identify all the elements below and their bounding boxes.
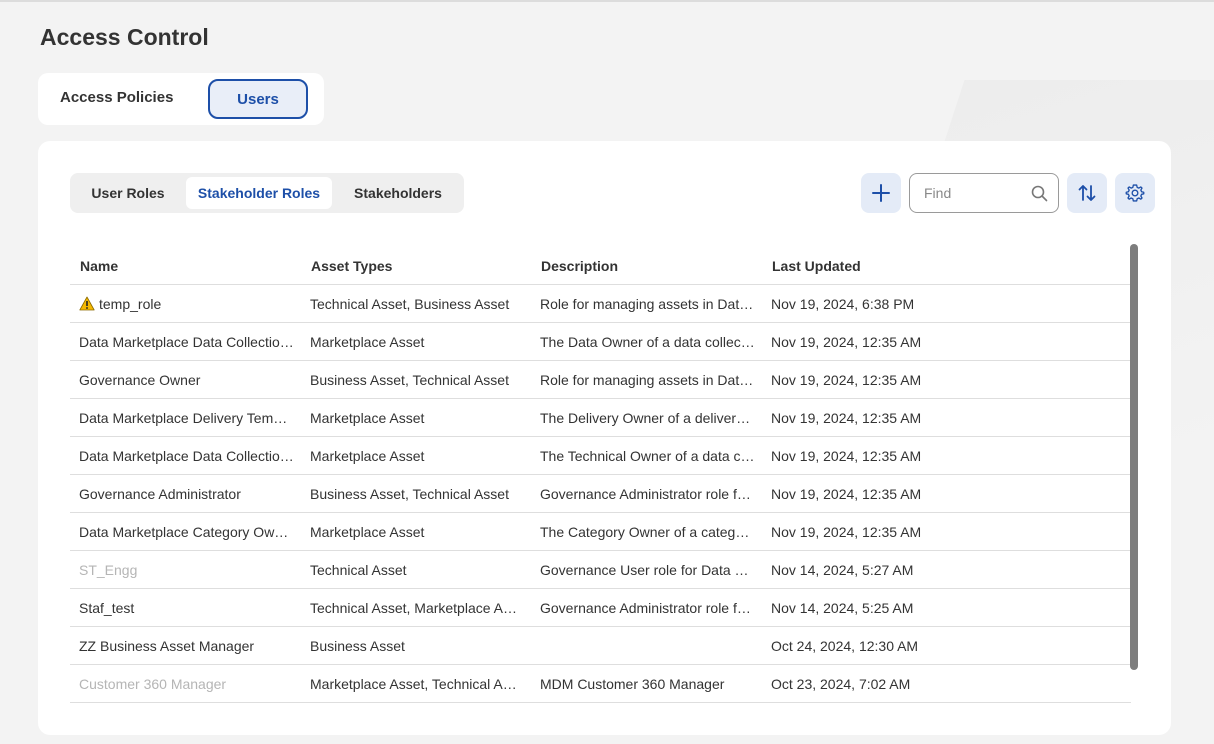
cell-name: Data Marketplace Delivery Tem… — [79, 410, 294, 426]
cell-last-updated: Nov 19, 2024, 12:35 AM — [771, 524, 922, 540]
role-name[interactable]: Staf_test — [79, 600, 134, 616]
cell-description: Role for managing assets in Dat… — [540, 372, 754, 388]
role-name[interactable]: Governance Administrator — [79, 486, 241, 502]
table-row[interactable]: Data Marketplace Data Collectio… Marketpl… — [70, 437, 1131, 475]
cell-name: Governance Owner — [79, 372, 294, 388]
cell-asset-types: Technical Asset — [310, 562, 407, 578]
cell-last-updated: Oct 24, 2024, 12:30 AM — [771, 638, 919, 654]
scrollbar[interactable] — [1130, 244, 1138, 670]
tab-access-policies[interactable]: Access Policies — [60, 79, 194, 119]
cell-asset-types: Marketplace Asset, Technical A… — [310, 676, 517, 692]
cell-description: MDM Customer 360 Manager — [540, 676, 725, 692]
role-name[interactable]: Customer 360 Manager — [79, 676, 226, 692]
cell-name: Data Marketplace Data Collectio… — [79, 334, 294, 350]
cell-asset-types: Marketplace Asset — [310, 448, 425, 464]
cell-description: The Technical Owner of a data c… — [540, 448, 755, 464]
sort-icon — [1078, 185, 1096, 201]
cell-asset-types: Business Asset, Technical Asset — [310, 486, 509, 502]
cell-last-updated: Nov 14, 2024, 5:25 AM — [771, 600, 914, 616]
role-name[interactable]: Data Marketplace Delivery Tem… — [79, 410, 287, 426]
cell-description: Governance User role for Data G… — [540, 562, 755, 578]
cell-asset-types: Marketplace Asset — [310, 524, 425, 540]
warning-icon — [79, 296, 95, 311]
table-row[interactable]: Customer 360 Manager Marketplace Asset, T… — [70, 665, 1131, 703]
roles-table: Name Asset Types Description Last Update… — [70, 245, 1131, 703]
role-name[interactable]: temp_role — [99, 296, 161, 312]
column-header-description[interactable]: Description — [541, 258, 618, 274]
role-name[interactable]: ST_Engg — [79, 562, 137, 578]
page-title: Access Control — [40, 24, 209, 50]
table-header: Name Asset Types Description Last Update… — [70, 245, 1131, 285]
cell-asset-types: Technical Asset, Business Asset — [310, 296, 510, 312]
cell-name: Customer 360 Manager — [79, 676, 294, 692]
table-row[interactable]: ZZ Business Asset Manager Business Asset O… — [70, 627, 1131, 665]
cell-last-updated: Nov 19, 2024, 12:35 AM — [771, 334, 922, 350]
column-header-last-updated[interactable]: Last Updated — [772, 258, 861, 274]
table-body: temp_role Technical Asset, Business Asset… — [70, 285, 1131, 703]
table-row[interactable]: Governance Administrator Business Asset, … — [70, 475, 1131, 513]
cell-name: Data Marketplace Data Collectio… — [79, 448, 294, 464]
cell-asset-types: Technical Asset, Marketplace A… — [310, 600, 517, 616]
roles-card: User Roles Stakeholder Roles Stakeholder… — [38, 141, 1171, 735]
table-row[interactable]: Data Marketplace Delivery Tem… Marketplac… — [70, 399, 1131, 437]
sort-button[interactable] — [1067, 173, 1107, 213]
cell-asset-types: Marketplace Asset — [310, 334, 425, 350]
table-row[interactable]: Data Marketplace Data Collectio… Marketpl… — [70, 323, 1131, 361]
cell-description: The Delivery Owner of a delivery… — [540, 410, 755, 426]
tab-user-roles[interactable]: User Roles — [78, 177, 178, 209]
plus-icon — [872, 184, 890, 202]
search-input[interactable] — [924, 183, 1024, 203]
role-name[interactable]: ZZ Business Asset Manager — [79, 638, 254, 654]
cell-last-updated: Oct 23, 2024, 7:02 AM — [771, 676, 911, 692]
cell-name: Staf_test — [79, 600, 294, 616]
cell-last-updated: Nov 14, 2024, 5:27 AM — [771, 562, 914, 578]
table-row[interactable]: Data Marketplace Category Ow… Marketplace… — [70, 513, 1131, 551]
cell-name: Governance Administrator — [79, 486, 294, 502]
tab-users[interactable]: Users — [208, 79, 308, 119]
top-border — [0, 0, 1214, 2]
cell-last-updated: Nov 19, 2024, 12:35 AM — [771, 486, 922, 502]
cell-last-updated: Nov 19, 2024, 6:38 PM — [771, 296, 915, 312]
cell-name: ST_Engg — [79, 562, 294, 578]
settings-button[interactable] — [1115, 173, 1155, 213]
tab-stakeholders[interactable]: Stakeholders — [340, 177, 456, 209]
main-tab-bar: Access Policies Users — [38, 73, 324, 125]
cell-name: temp_role — [79, 296, 294, 312]
column-header-asset-types[interactable]: Asset Types — [311, 258, 392, 274]
table-row[interactable]: Staf_test Technical Asset, Marketplace A…… — [70, 589, 1131, 627]
cell-description: Governance Administrator role f… — [540, 600, 751, 616]
cell-asset-types: Marketplace Asset — [310, 410, 425, 426]
search-icon[interactable] — [1031, 185, 1048, 202]
cell-last-updated: Nov 19, 2024, 12:35 AM — [771, 410, 922, 426]
cell-description: Role for managing assets in Dat… — [540, 296, 754, 312]
table-row[interactable]: ST_Engg Technical Asset Governance User ro… — [70, 551, 1131, 589]
tab-stakeholder-roles[interactable]: Stakeholder Roles — [186, 177, 332, 209]
find-box — [909, 173, 1059, 213]
column-header-name[interactable]: Name — [80, 258, 118, 274]
cell-asset-types: Business Asset — [310, 638, 405, 654]
table-row[interactable]: Governance Owner Business Asset, Technica… — [70, 361, 1131, 399]
role-name[interactable]: Data Marketplace Data Collectio… — [79, 448, 294, 464]
cell-description: The Category Owner of a catego… — [540, 524, 755, 540]
table-row[interactable]: temp_role Technical Asset, Business Asset… — [70, 285, 1131, 323]
role-name[interactable]: Data Marketplace Category Ow… — [79, 524, 288, 540]
cell-name: Data Marketplace Category Ow… — [79, 524, 294, 540]
cell-description: Governance Administrator role f… — [540, 486, 751, 502]
role-name[interactable]: Governance Owner — [79, 372, 200, 388]
cell-asset-types: Business Asset, Technical Asset — [310, 372, 509, 388]
cell-last-updated: Nov 19, 2024, 12:35 AM — [771, 448, 922, 464]
cell-last-updated: Nov 19, 2024, 12:35 AM — [771, 372, 922, 388]
sub-tab-bar: User Roles Stakeholder Roles Stakeholder… — [70, 173, 464, 213]
cell-name: ZZ Business Asset Manager — [79, 638, 294, 654]
gear-icon — [1125, 184, 1145, 202]
add-button[interactable] — [861, 173, 901, 213]
cell-description: The Data Owner of a data collec… — [540, 334, 755, 350]
role-name[interactable]: Data Marketplace Data Collectio… — [79, 334, 294, 350]
